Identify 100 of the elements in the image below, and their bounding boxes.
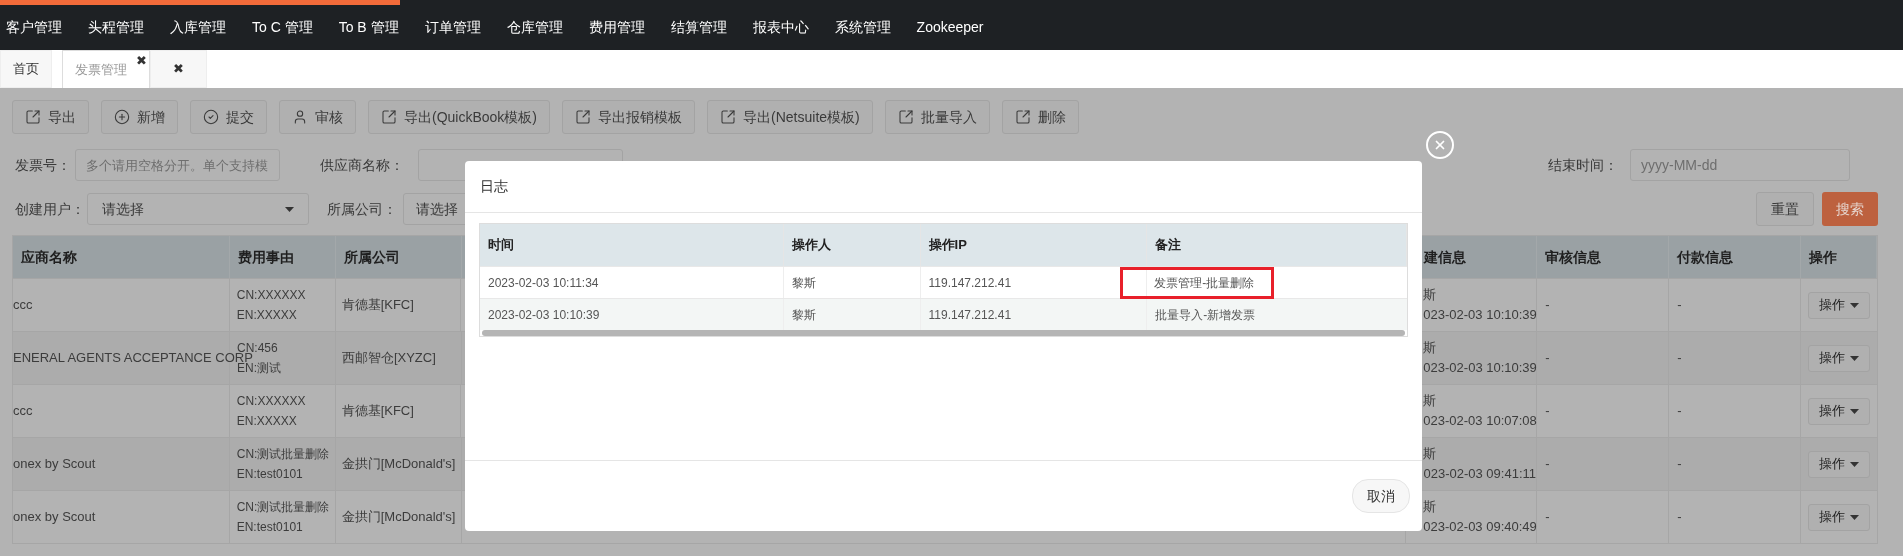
table-cell-text: - [1677,508,1682,527]
field-label: 创建用户： [15,199,86,219]
caret-icon [1850,514,1859,520]
close-icon[interactable] [1426,131,1454,159]
share-icon [720,109,737,125]
table-cell-text: - [1677,296,1682,315]
cancel-button[interactable]: 取消 [1352,479,1410,513]
column-header: 操作 [1809,247,1838,267]
nav-item[interactable]: 头程管理 [88,17,144,38]
table-cell-text: 斯 [1423,392,1437,410]
check-icon [203,109,219,125]
page-tab[interactable]: 发票管理 ✖ [62,50,150,88]
share-icon [575,109,592,125]
nav-item[interactable]: 仓库管理 [506,17,563,38]
table-cell-text: CN:XXXXXX [236,287,307,304]
table-cell-text: CN:456 [237,340,279,355]
table-cell-text: 2023-02-03 10:11:34 [488,274,599,292]
table-cell-text: EN:XXXXX [236,307,298,324]
table-cell-text: - [1677,349,1682,368]
tab-close-glyph[interactable]: ✖ [163,59,194,79]
toolbar-button[interactable]: 批量导入 [884,100,990,134]
toolbar-button[interactable]: 审核 [279,100,356,134]
table-cell-text: 023-02-03 09:40:49 [1423,518,1537,536]
plus-icon [114,109,130,125]
table-cell-text: 斯 [1423,286,1437,304]
table-cell-text: CN:测试批量删除 [236,499,328,516]
share-icon [381,109,397,125]
column-header: 审核信息 [1545,247,1602,267]
table-cell-text: 119.147.212.41 [928,274,1012,292]
page-tab[interactable]: 首页 [0,50,52,88]
table-cell-text: - [1677,455,1682,474]
table-cell-text: EN:test0101 [236,466,304,483]
input-field[interactable]: 多个请用空格分开。单个支持模 [75,149,280,181]
column-header: 所属公司 [343,247,400,267]
nav-item[interactable]: 报表中心 [752,17,809,38]
table-cell-text: onex by Scout [13,455,96,474]
table-cell-text: 023-02-03 10:10:39 [1423,359,1537,377]
highlighted-cell-text: 发票管理-批量删除 [1120,266,1275,299]
action-dropdown[interactable]: 操作 [1808,344,1870,372]
nav-item[interactable]: 入库管理 [170,17,226,38]
table-cell-text: 黎斯 [791,306,816,324]
table-cell-text: - [1545,296,1550,315]
nav-item[interactable]: Zookeeper [916,17,984,38]
input-field[interactable]: yyyy-MM-dd [1630,149,1850,181]
nav-item[interactable]: 费用管理 [588,17,645,38]
page-tab[interactable]: ✖ [150,50,207,88]
field-label: 发票号： [15,155,72,175]
table-cell-text: 斯 [1423,498,1437,516]
share-icon [25,109,41,125]
toolbar-button[interactable]: 提交 [190,100,267,134]
toolbar-button[interactable]: 删除 [1001,100,1079,134]
column-header: 费用事由 [237,247,294,267]
table-cell-text: ccc [13,402,33,421]
nav-item[interactable]: To C 管理 [252,17,313,38]
caret-icon [285,206,294,212]
toolbar-button[interactable]: 新增 [101,100,178,134]
toolbar-button[interactable]: 导出(Netsuite模板) [707,100,873,134]
nav-item[interactable]: 客户管理 [6,17,62,38]
column-header: 操作IP [928,236,967,255]
user-icon [292,109,308,125]
table-cell-text: - [1545,402,1550,421]
toolbar-button[interactable]: 导出(QuickBook模板) [368,100,551,134]
column-header: 付款信息 [1677,247,1734,267]
caret-icon [1850,355,1859,361]
nav-item[interactable]: To B 管理 [338,17,399,38]
table-cell-text: EN:XXXXX [236,413,298,430]
table-cell-text: 金拱门[McDonald's] [341,455,456,474]
table-cell-text: 2023-02-03 10:10:39 [488,306,600,324]
table-cell-text: 黎斯 [791,274,816,292]
nav-item[interactable]: 系统管理 [834,17,891,38]
action-dropdown[interactable]: 操作 [1808,450,1870,478]
nav-item[interactable]: 订单管理 [424,17,481,38]
column-header: 操作人 [791,236,831,255]
action-dropdown[interactable]: 操作 [1808,397,1870,425]
table-cell-text: 批量导入-新增发票 [1154,306,1257,324]
select-field[interactable]: 请选择 [87,193,309,225]
table-cell-text: ccc [13,296,33,315]
table-cell-text: EN:test0101 [236,519,304,536]
table-cell-text: - [1677,402,1682,421]
table-cell-text: onex by Scout [13,508,96,527]
tab-close-glyph[interactable]: ✖ [136,51,147,71]
table-cell-text: 斯 [1423,445,1437,463]
table-cell-text: 023-02-03 10:10:39 [1423,306,1537,324]
toolbar-button[interactable]: 导出 [12,100,89,134]
toolbar-button[interactable]: 导出报销模板 [562,100,696,134]
action-dropdown[interactable]: 操作 [1808,503,1870,531]
table-cell-text: - [1545,349,1550,368]
tab-label: 首页 [13,60,39,79]
action-dropdown[interactable]: 操作 [1808,291,1870,319]
tab-label: 发票管理 [75,60,127,79]
table-cell-text: 金拱门[McDonald's] [341,508,456,527]
table-cell-text: 肯德基[KFC] [341,296,414,315]
table-cell-text: CN:测试批量删除 [236,446,328,463]
column-header: 备注 [1155,236,1182,255]
table-cell-text: 023-02-03 09:41:11 [1423,465,1536,483]
column-header: 应商名称 [21,247,77,267]
field-label: 所属公司： [327,199,398,219]
share-icon [897,109,914,125]
nav-item[interactable]: 结算管理 [670,17,727,38]
reset-button[interactable]: 重置 [1756,192,1814,226]
